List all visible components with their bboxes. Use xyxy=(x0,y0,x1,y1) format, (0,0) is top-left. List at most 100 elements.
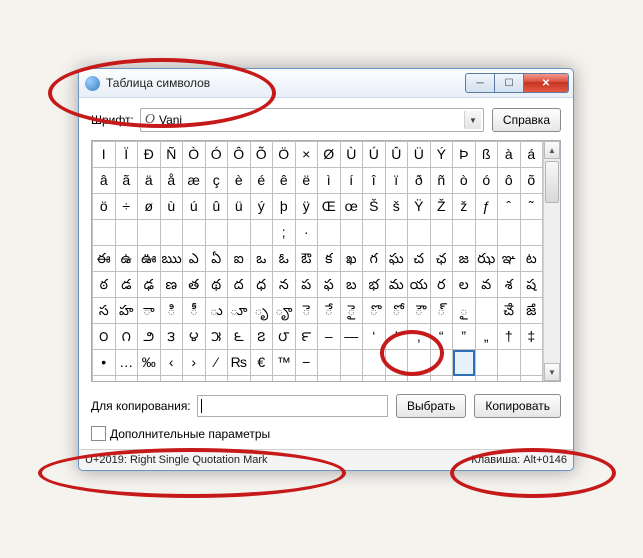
character-cell[interactable]: ౫ xyxy=(205,324,228,350)
character-cell[interactable]: ™ xyxy=(273,350,296,376)
character-cell[interactable] xyxy=(183,220,206,246)
select-button[interactable]: Выбрать xyxy=(396,394,466,418)
character-cell[interactable]: ë xyxy=(295,168,318,194)
character-cell[interactable]: ñ xyxy=(430,168,453,194)
character-cell[interactable]: † xyxy=(498,324,521,350)
character-cell[interactable]: ” xyxy=(453,324,476,350)
character-cell[interactable]: ొ xyxy=(363,298,386,324)
character-cell[interactable]: ఎ xyxy=(183,246,206,272)
character-cell[interactable] xyxy=(295,376,318,382)
character-cell[interactable]: Š xyxy=(363,194,386,220)
character-cell[interactable] xyxy=(430,220,453,246)
character-cell[interactable] xyxy=(408,350,431,376)
character-cell[interactable]: ⁄ xyxy=(205,350,228,376)
character-cell[interactable]: చ xyxy=(408,246,431,272)
character-cell[interactable]: ఫ xyxy=(318,272,341,298)
character-cell[interactable]: ౮ xyxy=(273,324,296,350)
character-cell[interactable]: ప xyxy=(295,272,318,298)
character-cell[interactable]: త xyxy=(183,272,206,298)
character-cell[interactable]: ÿ xyxy=(295,194,318,220)
character-cell[interactable]: ౦ xyxy=(93,324,116,350)
character-cell[interactable] xyxy=(385,376,408,382)
character-cell[interactable]: శ xyxy=(498,272,521,298)
character-cell[interactable]: ో xyxy=(385,298,408,324)
character-cell[interactable]: ఘ xyxy=(385,246,408,272)
advanced-checkbox[interactable] xyxy=(91,426,106,441)
character-cell[interactable]: ధ xyxy=(250,272,273,298)
character-cell[interactable]: ‚ xyxy=(408,324,431,350)
character-cell[interactable] xyxy=(475,376,498,382)
character-cell[interactable]: ౯ xyxy=(295,324,318,350)
character-cell[interactable]: € xyxy=(250,350,273,376)
chevron-down-icon[interactable]: ▼ xyxy=(464,111,481,129)
character-cell[interactable] xyxy=(363,376,386,382)
character-cell[interactable]: Ù xyxy=(340,142,363,168)
scroll-thumb[interactable] xyxy=(545,161,559,203)
close-button[interactable]: ✕ xyxy=(524,73,569,93)
character-cell[interactable] xyxy=(453,220,476,246)
character-cell[interactable] xyxy=(160,220,183,246)
character-cell[interactable]: œ xyxy=(340,194,363,220)
character-cell[interactable]: ౬ xyxy=(228,324,251,350)
character-cell[interactable] xyxy=(318,220,341,246)
character-cell[interactable]: ూ xyxy=(228,298,251,324)
character-cell[interactable] xyxy=(138,376,161,382)
character-cell[interactable]: మ xyxy=(385,272,408,298)
character-cell[interactable]: Ó xyxy=(205,142,228,168)
character-cell[interactable]: ద xyxy=(228,272,251,298)
copy-button[interactable]: Копировать xyxy=(474,394,561,418)
character-cell[interactable]: ˜ xyxy=(520,194,543,220)
character-cell[interactable]: î xyxy=(363,168,386,194)
character-cell[interactable]: ‰ xyxy=(138,350,161,376)
character-cell[interactable] xyxy=(228,220,251,246)
minimize-button[interactable]: ─ xyxy=(465,73,495,93)
copy-input[interactable] xyxy=(197,395,388,417)
character-cell[interactable] xyxy=(318,376,341,382)
character-cell[interactable]: ü xyxy=(228,194,251,220)
character-cell[interactable] xyxy=(250,220,273,246)
character-cell[interactable]: ‡ xyxy=(520,324,543,350)
character-cell[interactable]: ా xyxy=(138,298,161,324)
character-cell[interactable] xyxy=(408,376,431,382)
maximize-button[interactable]: ☐ xyxy=(495,73,524,93)
character-cell[interactable]: ౗ xyxy=(475,298,498,324)
character-cell[interactable]: ౨ xyxy=(138,324,161,350)
character-cell[interactable]: „ xyxy=(475,324,498,350)
character-cell[interactable]: ô xyxy=(498,168,521,194)
character-cell[interactable]: â xyxy=(93,168,116,194)
character-cell[interactable]: í xyxy=(340,168,363,194)
character-cell[interactable]: ౌ xyxy=(408,298,431,324)
scroll-track[interactable] xyxy=(544,159,560,363)
character-cell[interactable] xyxy=(520,376,543,382)
character-cell[interactable]: Ž xyxy=(430,194,453,220)
character-cell[interactable]: క xyxy=(318,246,341,272)
character-cell[interactable]: ఝ xyxy=(475,246,498,272)
character-cell[interactable] xyxy=(318,350,341,376)
character-cell[interactable] xyxy=(498,376,521,382)
character-cell[interactable] xyxy=(498,350,521,376)
character-cell[interactable]: I xyxy=(93,142,116,168)
character-cell[interactable]: ‘ xyxy=(363,324,386,350)
character-cell[interactable] xyxy=(430,376,453,382)
character-cell[interactable]: ె xyxy=(295,298,318,324)
character-cell[interactable]: ఔ xyxy=(295,246,318,272)
character-cell[interactable]: ð xyxy=(408,168,431,194)
character-cell[interactable]: ƒ xyxy=(475,194,498,220)
character-cell[interactable]: Ý xyxy=(430,142,453,168)
character-cell[interactable]: Ÿ xyxy=(408,194,431,220)
character-cell[interactable]: × xyxy=(295,142,318,168)
character-cell[interactable]: ˆ xyxy=(498,194,521,220)
character-cell[interactable]: Ö xyxy=(273,142,296,168)
character-cell[interactable]: ఉ xyxy=(115,246,138,272)
character-cell[interactable]: ‹ xyxy=(160,350,183,376)
character-cell[interactable] xyxy=(340,350,363,376)
character-cell[interactable] xyxy=(93,376,116,382)
character-cell[interactable]: á xyxy=(520,142,543,168)
character-cell[interactable]: · xyxy=(295,220,318,246)
character-cell[interactable] xyxy=(385,220,408,246)
character-cell[interactable] xyxy=(340,220,363,246)
character-cell[interactable]: గ xyxy=(363,246,386,272)
character-cell[interactable]: ø xyxy=(138,194,161,220)
character-cell[interactable]: … xyxy=(115,350,138,376)
character-cell[interactable]: ే xyxy=(318,298,341,324)
